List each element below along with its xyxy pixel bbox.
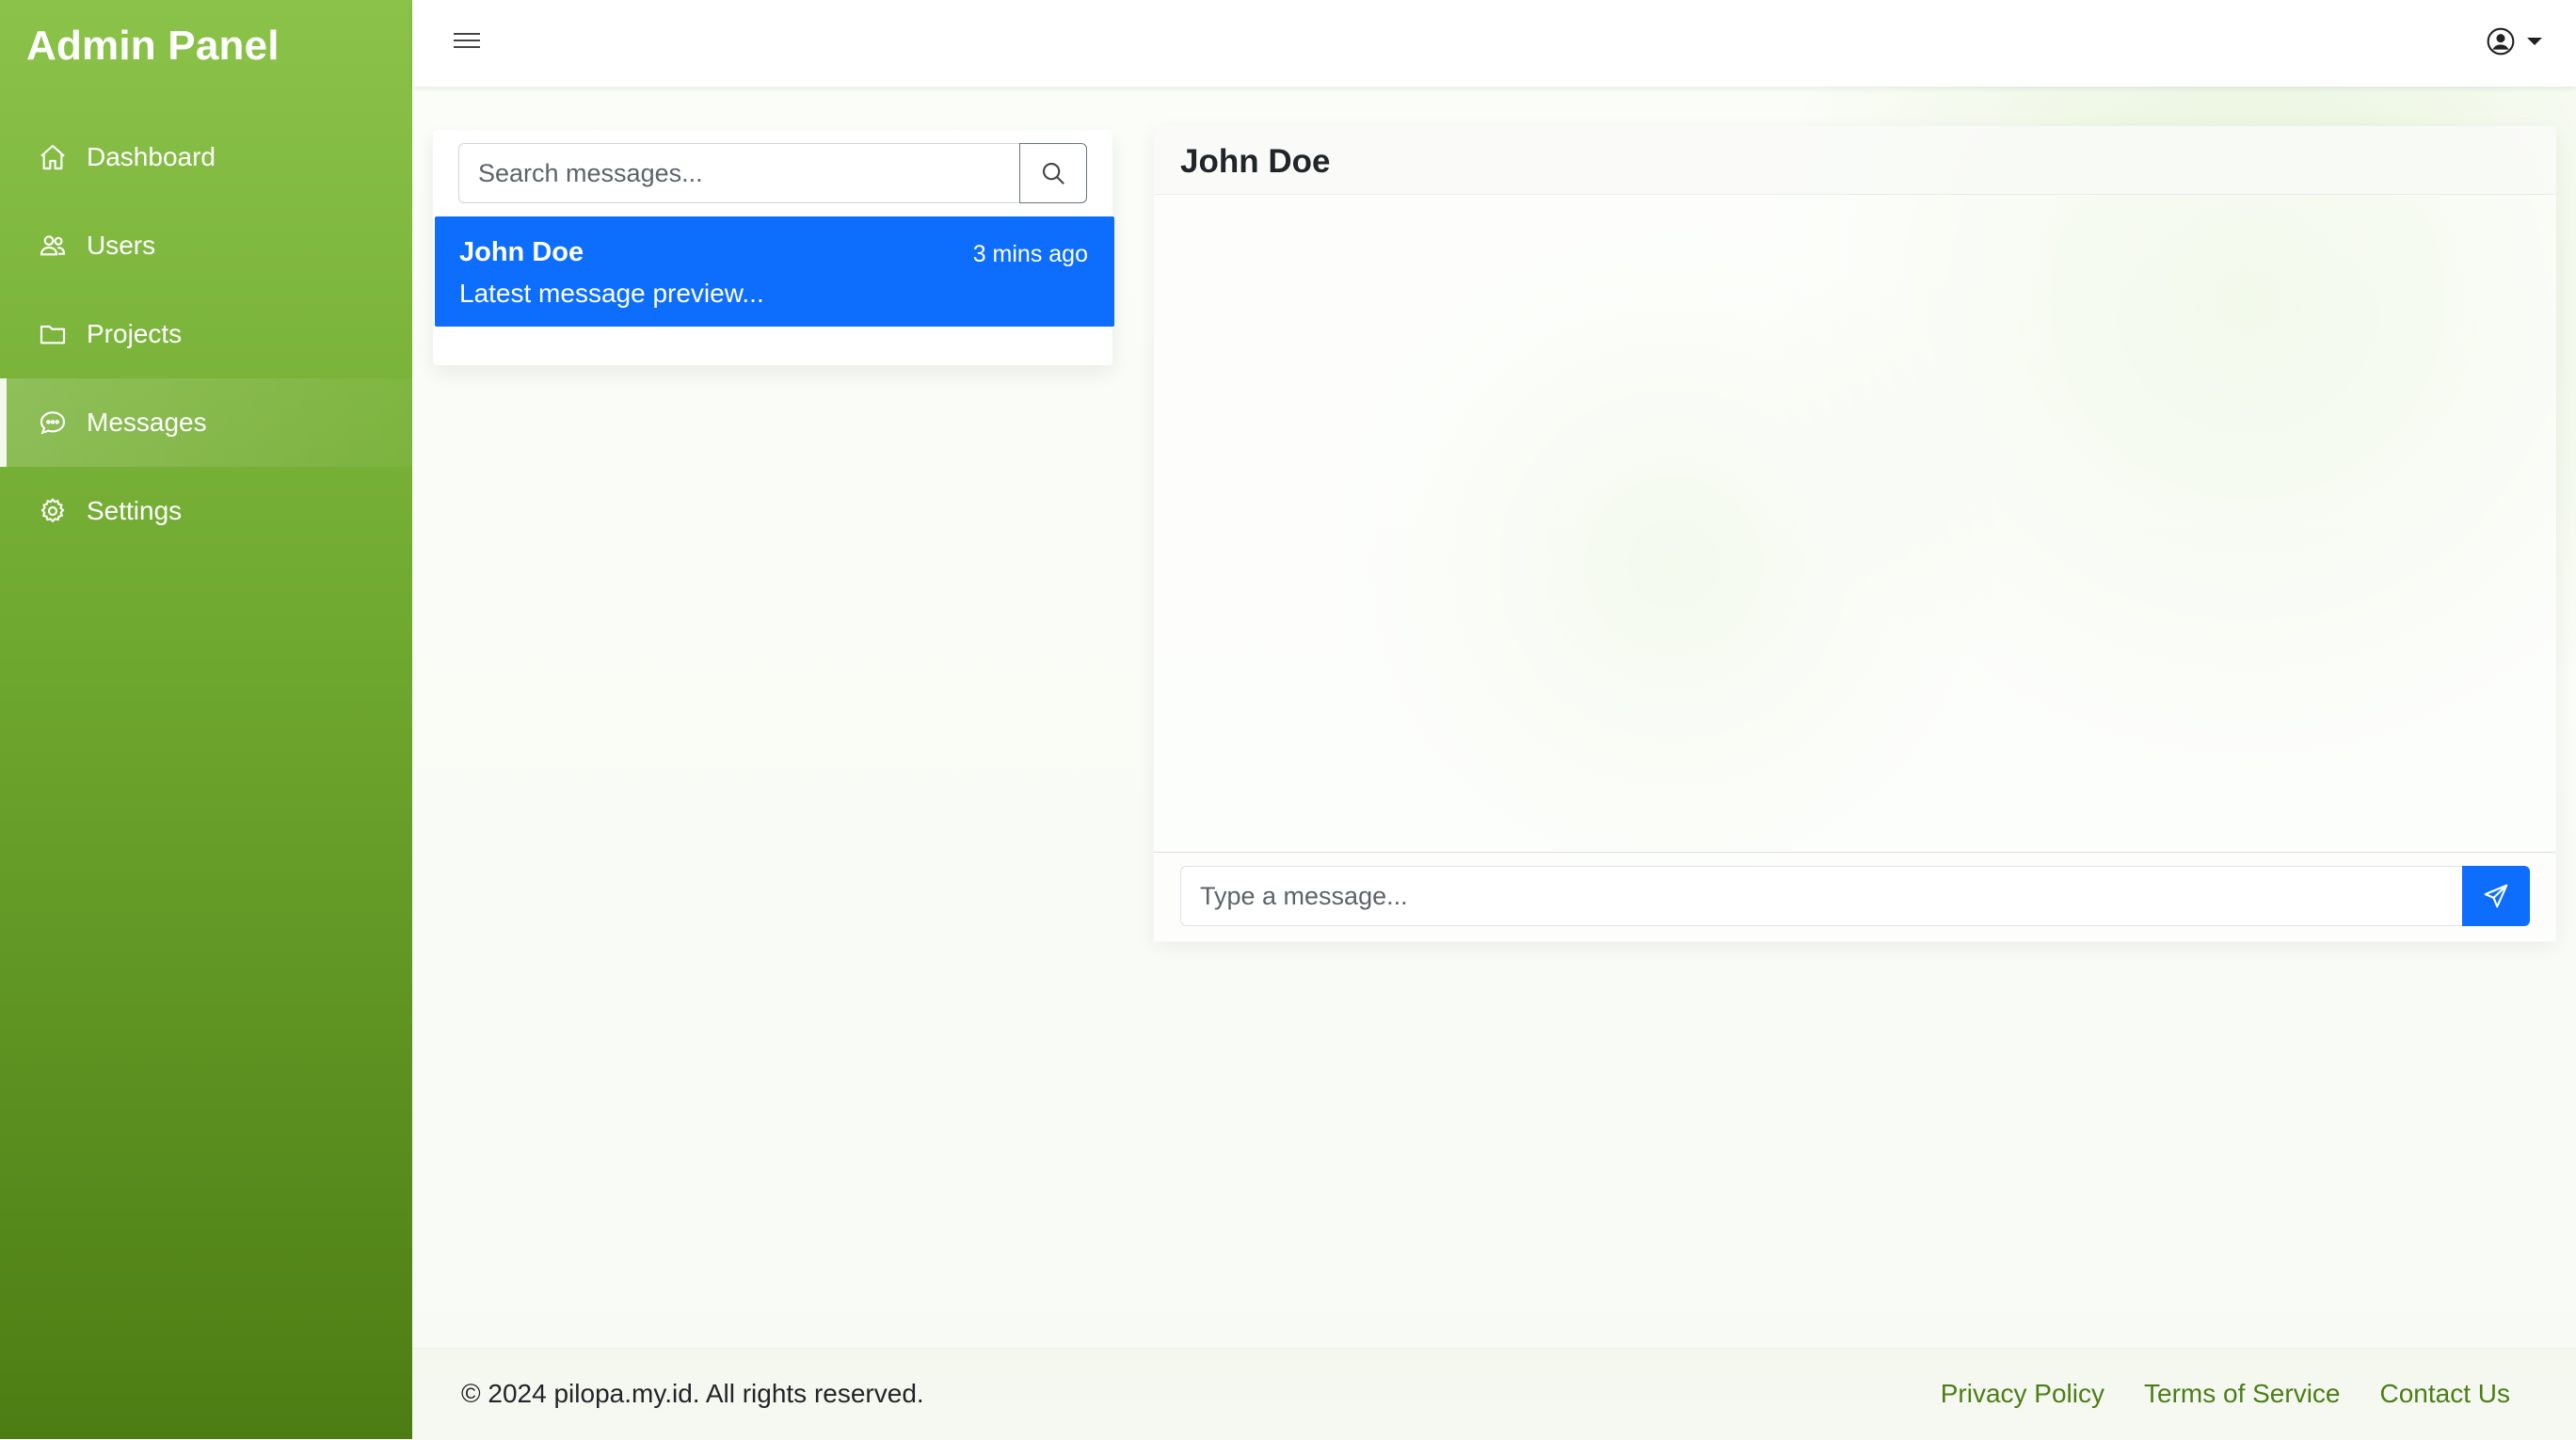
chat-title: John Doe [1180,143,1331,180]
sidebar-item-label: Projects [87,319,183,348]
terms-of-service-link[interactable]: Terms of Service [2144,1379,2341,1409]
chat-header: John Doe [1154,126,2556,195]
sidebar-item-projects[interactable]: Projects [0,290,412,378]
contact-us-link[interactable]: Contact Us [2380,1379,2511,1409]
conversation-time: 3 mins ago [972,241,1088,267]
sidebar-item-dashboard[interactable]: Dashboard [0,113,412,201]
users-icon [40,235,66,256]
brand-title[interactable]: Admin Panel [26,23,280,70]
sidebar-item-label: Settings [87,496,183,525]
conversation-preview: Latest message preview... [459,279,764,308]
search-button[interactable] [1019,143,1087,203]
user-circle-icon [2487,27,2515,56]
conversation-item[interactable]: John Doe 3 mins ago Latest message previ… [435,216,1114,327]
chat-icon [40,411,66,435]
user-menu-toggle[interactable] [2486,26,2542,56]
gear-icon [40,498,65,523]
message-input[interactable] [1180,866,2462,926]
sidebar-item-settings[interactable]: Settings [0,467,412,555]
sidebar-item-messages[interactable]: Messages [0,378,412,467]
search-input[interactable] [458,143,1019,203]
footer-links: Privacy Policy Terms of Service Contact … [1941,1379,2510,1409]
sidebar: Admin Panel Dashboard Users Projects Mes… [0,0,412,1439]
sidebar-item-users[interactable]: Users [0,201,412,290]
folder-icon [40,325,66,344]
privacy-policy-link[interactable]: Privacy Policy [1941,1379,2104,1409]
copyright-text: © 2024 pilopa.my.id. All rights reserved… [461,1379,924,1408]
topbar [412,0,2576,87]
message-input-group [1180,866,2530,926]
conversation-name: John Doe [459,237,584,267]
send-icon [2484,884,2508,908]
chevron-down-icon [2527,38,2542,45]
sidebar-item-label: Messages [87,408,207,437]
send-button[interactable] [2462,866,2530,926]
page-footer: © 2024 pilopa.my.id. All rights reserved… [412,1348,2576,1440]
sidebar-item-label: Dashboard [87,142,216,171]
home-icon [40,144,65,170]
main-area: John Doe 3 mins ago Latest message previ… [412,0,2576,1440]
chat-composer [1154,852,2556,942]
conversation-list-panel: John Doe 3 mins ago Latest message previ… [433,130,1114,365]
chat-panel: John Doe [1154,126,2556,942]
sidebar-nav: Dashboard Users Projects Messages Settin… [0,113,412,555]
hamburger-icon[interactable] [454,28,480,55]
search-group [458,143,1087,203]
search-icon [1042,162,1064,184]
sidebar-item-label: Users [87,231,156,260]
